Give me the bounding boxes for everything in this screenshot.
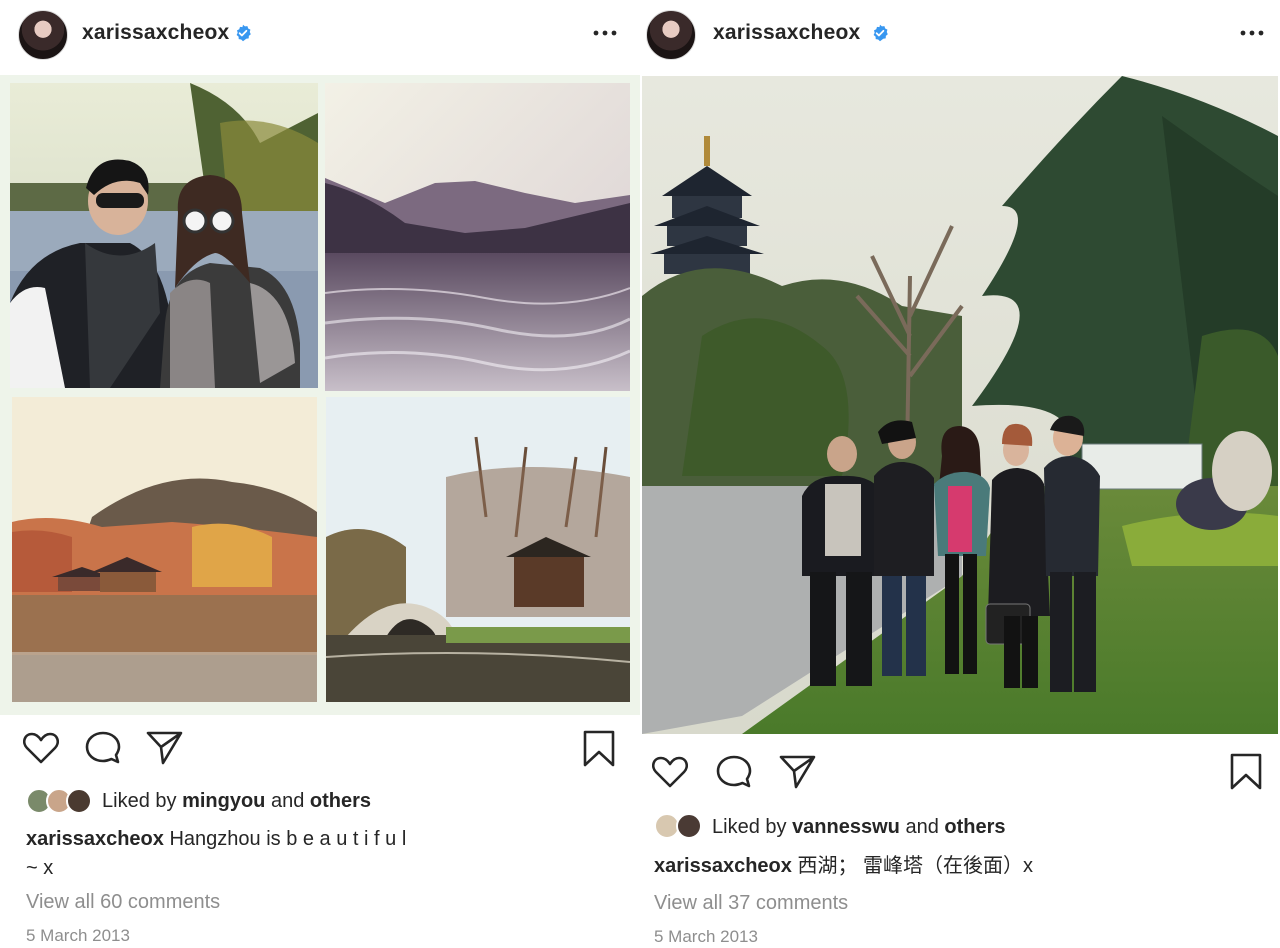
- share-icon[interactable]: [779, 754, 817, 790]
- post-photo-collage[interactable]: [0, 75, 640, 715]
- liked-by-user[interactable]: vannesswu: [792, 816, 900, 838]
- liker-avatar[interactable]: [676, 813, 702, 839]
- pavilion-photo-graphic: [12, 397, 317, 702]
- view-comments-link[interactable]: View all 37 comments: [654, 892, 848, 915]
- liked-by-prefix: Liked by: [102, 790, 177, 812]
- view-comments-link[interactable]: View all 60 comments: [26, 891, 220, 914]
- more-options-icon[interactable]: [1238, 21, 1268, 45]
- post-date: 5 March 2013: [654, 927, 758, 946]
- post-header: xarissaxcheox: [640, 0, 1280, 72]
- caption-username[interactable]: xarissaxcheox: [26, 828, 164, 850]
- post-photo-pagoda[interactable]: [642, 76, 1278, 734]
- post-left: xarissaxcheox Liked by mingyou and other…: [0, 0, 640, 948]
- and-text: and: [905, 816, 939, 838]
- likes-summary[interactable]: Liked by mingyou and others: [102, 790, 371, 813]
- caption-text: Hangzhou is b e a u t i f u l: [169, 828, 407, 850]
- and-text: and: [270, 790, 305, 812]
- caption-username[interactable]: xarissaxcheox: [654, 855, 792, 877]
- username[interactable]: xarissaxcheox: [713, 21, 860, 45]
- caption-text: 西湖； 雷峰塔（在後面）x: [797, 855, 1034, 877]
- post-caption: xarissaxcheox Hangzhou is b e a u t i f …: [26, 825, 466, 883]
- more-options-icon[interactable]: [591, 21, 621, 45]
- caption-text-line2: ~ x: [26, 857, 54, 879]
- username[interactable]: xarissaxcheox: [82, 21, 229, 45]
- heart-icon[interactable]: [23, 731, 59, 765]
- avatar[interactable]: [18, 10, 68, 60]
- liked-by-prefix: Liked by: [712, 816, 787, 838]
- lake-photo-graphic: [325, 83, 630, 391]
- bookmark-icon[interactable]: [582, 729, 616, 769]
- post-caption: xarissaxcheox 西湖； 雷峰塔（在後面）x: [654, 852, 1254, 881]
- collage-photo-couple: [10, 83, 318, 388]
- couple-photo-graphic: [10, 83, 318, 388]
- comment-icon[interactable]: [85, 730, 121, 766]
- liked-by-others[interactable]: others: [944, 816, 1005, 838]
- verified-badge-icon: [873, 24, 888, 42]
- verified-badge-icon: [236, 24, 251, 42]
- comment-icon[interactable]: [716, 754, 752, 790]
- avatar[interactable]: [646, 10, 696, 60]
- post-right: xarissaxcheox Liked by vannesswu and oth…: [640, 0, 1280, 948]
- bookmark-icon[interactable]: [1229, 752, 1263, 792]
- post-header: xarissaxcheox: [0, 0, 640, 72]
- share-icon[interactable]: [146, 730, 184, 766]
- liked-by-others[interactable]: others: [310, 790, 371, 812]
- collage-photo-bridge: [326, 397, 630, 702]
- heart-icon[interactable]: [652, 755, 688, 789]
- likes-summary[interactable]: Liked by vannesswu and others: [712, 816, 1006, 839]
- pagoda-group-photo-graphic: [642, 76, 1278, 734]
- collage-photo-lake: [325, 83, 630, 391]
- liker-avatar[interactable]: [66, 788, 92, 814]
- post-date: 5 March 2013: [26, 926, 130, 945]
- bridge-photo-graphic: [326, 397, 630, 702]
- liked-by-user[interactable]: mingyou: [182, 790, 265, 812]
- collage-photo-pavilion: [12, 397, 317, 702]
